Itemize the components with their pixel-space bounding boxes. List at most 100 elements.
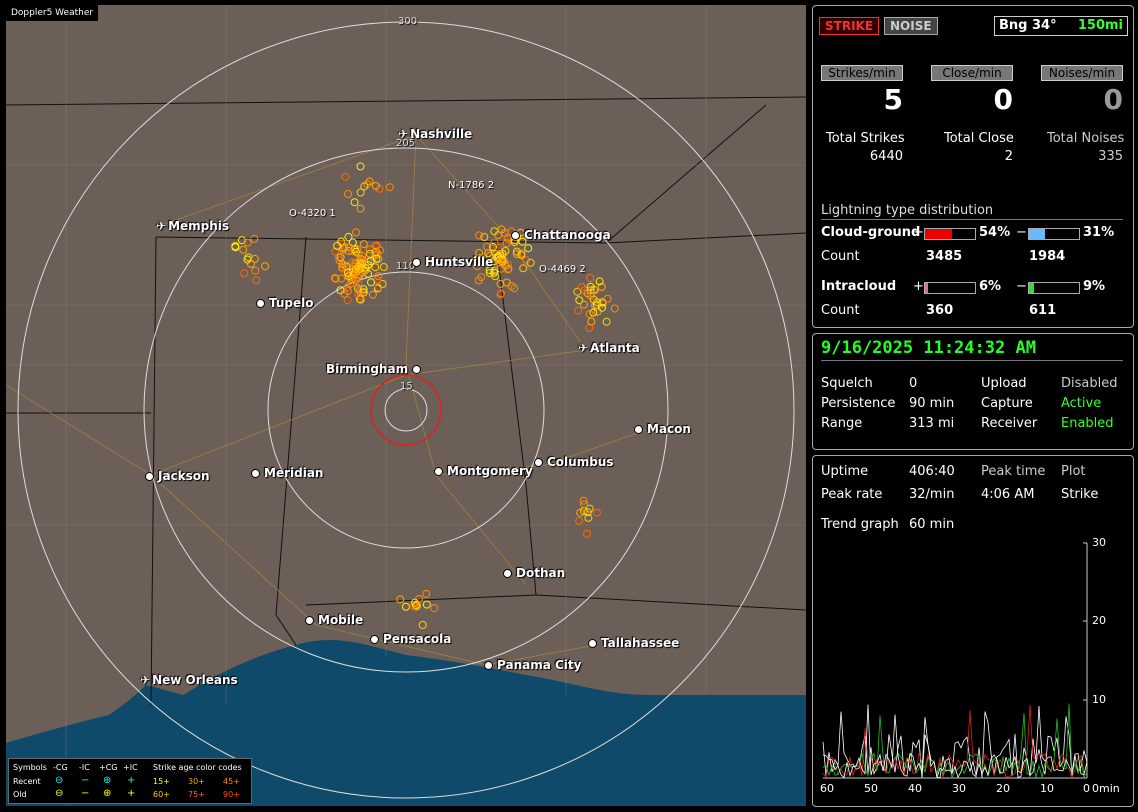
city-chattanooga[interactable]: Chattanooga: [511, 228, 611, 242]
city-tupelo[interactable]: Tupelo: [256, 296, 314, 310]
close-per-min: 0: [993, 83, 1013, 116]
noise-button[interactable]: NOISE: [884, 17, 938, 35]
total-noises: 335: [1098, 149, 1123, 164]
total-noises-label: Total Noises: [1047, 131, 1125, 146]
distribution-title: Lightning type distribution: [821, 203, 994, 218]
strike-marker: [585, 310, 594, 318]
airport-icon: ✈: [156, 219, 167, 233]
bearing-range-box: Bng 34° 150mi: [994, 16, 1128, 36]
storm-label[interactable]: O-4320 1: [289, 208, 336, 219]
cg-negative-fill: [1029, 229, 1045, 239]
strike-marker: [252, 276, 261, 285]
strike-marker: [350, 198, 359, 207]
city-birmingham[interactable]: Birmingham: [326, 362, 422, 376]
x-axis-unit: min: [1099, 782, 1120, 795]
lightning-map[interactable]: 300 205 110 15 ✈ Nashville ✈ Memphis Chatt…: [6, 5, 806, 806]
x-tick-30: 30: [952, 782, 966, 795]
city-dothan[interactable]: Dothan: [503, 566, 565, 580]
range-label: Range: [821, 416, 863, 431]
strikes-per-min: 5: [883, 83, 903, 116]
receiver-label: Receiver: [981, 416, 1038, 431]
strike-marker: [250, 254, 259, 263]
strike-marker: [243, 238, 252, 247]
x-tick-40: 40: [908, 782, 922, 795]
city-dot-icon: [412, 365, 422, 374]
city-memphis[interactable]: ✈ Memphis: [156, 219, 229, 233]
strike-button[interactable]: STRIKE: [819, 17, 880, 35]
settings-panel: 9/16/2025 11:24:32 AM Squelch 0 Upload D…: [812, 333, 1134, 450]
city-new-orleans[interactable]: ✈ New Orleans: [140, 673, 238, 687]
trend-series: [822, 703, 1088, 779]
city-montgomery[interactable]: Montgomery: [434, 464, 533, 478]
strike-marker: [602, 317, 611, 326]
city-dot-icon: [511, 231, 520, 240]
city-pensacola[interactable]: Pensacola: [370, 632, 451, 646]
city-mobile[interactable]: Mobile: [305, 613, 363, 627]
city-dot-icon: [434, 467, 443, 476]
squelch-value: 0: [909, 376, 918, 391]
bearing-value: Bng 34°: [999, 18, 1057, 33]
strike-marker: [244, 253, 253, 262]
neg-cg-recent-icon: ⊖: [55, 775, 64, 786]
receiver-status[interactable]: Enabled: [1061, 416, 1114, 431]
total-strikes-label: Total Strikes: [826, 131, 905, 146]
city-dot-icon: [588, 639, 597, 648]
city-dot-icon: [145, 472, 154, 481]
city-columbus[interactable]: Columbus: [534, 455, 614, 469]
city-tallahassee[interactable]: Tallahassee: [588, 636, 679, 650]
city-dot-icon: [503, 569, 512, 578]
y-tick-20: 20: [1092, 614, 1106, 627]
age-75: 75+: [188, 790, 205, 799]
pos-ic-recent-icon: +: [127, 775, 136, 786]
airport-icon: ✈: [578, 341, 589, 355]
legend-old-label: Old: [13, 790, 27, 799]
strike-marker: [240, 269, 249, 278]
storm-label[interactable]: N-1786 2: [448, 180, 494, 191]
capture-status[interactable]: Active: [1061, 396, 1101, 411]
age-15: 15+: [153, 777, 170, 786]
strike-marker: [592, 508, 601, 517]
total-close-label: Total Close: [944, 131, 1014, 146]
pos-cg-old-icon: ⊕: [103, 788, 112, 799]
ic-positive-pct: 6%: [979, 279, 1002, 294]
ic-count-label: Count: [821, 303, 860, 318]
strike-marker: [422, 600, 431, 609]
legend-header-pos-ic: +IC: [123, 763, 138, 772]
ring-label-15: 15: [400, 381, 413, 392]
legend-symbols-label: Symbols: [13, 763, 47, 772]
legend-age-title: Strike age color codes: [153, 763, 242, 772]
ic-plus-sign: +: [913, 279, 924, 294]
squelch-label: Squelch: [821, 376, 873, 391]
city-atlanta[interactable]: ✈ Atlanta: [578, 341, 640, 355]
strike-marker: [490, 227, 499, 236]
city-dot-icon: [251, 469, 260, 478]
strike-marker: [251, 266, 260, 275]
strike-marker: [246, 259, 255, 268]
legend-recent-label: Recent: [13, 777, 41, 786]
city-macon[interactable]: Macon: [634, 422, 691, 436]
storm-label[interactable]: O-4469 2: [539, 264, 586, 275]
age-45: 45+: [223, 777, 240, 786]
divider: [821, 360, 1123, 361]
total-close: 2: [1004, 149, 1013, 164]
city-huntsville[interactable]: Huntsville: [412, 255, 493, 269]
upload-status[interactable]: Disabled: [1061, 376, 1117, 391]
city-nashville[interactable]: ✈ Nashville: [398, 127, 472, 141]
ic-negative-pct: 9%: [1083, 279, 1106, 294]
strike-marker: [367, 278, 375, 287]
ic-negative-count: 611: [1029, 303, 1057, 318]
total-strikes: 6440: [869, 149, 903, 164]
city-jackson[interactable]: Jackson: [145, 469, 210, 483]
city-meridian[interactable]: Meridian: [251, 466, 323, 480]
close-per-min-label: Close/min: [931, 65, 1013, 81]
y-tick-0: 0: [1092, 782, 1099, 795]
city-dot-icon: [256, 299, 265, 308]
city-dot-icon: [370, 635, 379, 644]
city-dot-icon: [634, 425, 643, 434]
strike-marker: [610, 304, 619, 313]
datetime: 9/16/2025 11:24:32 AM: [821, 338, 1036, 358]
ic-positive-bar: [924, 282, 976, 294]
city-panama-city[interactable]: Panama City: [484, 658, 581, 672]
strike-marker: [385, 183, 394, 192]
map-title: Doppler5 Weather: [6, 5, 99, 21]
